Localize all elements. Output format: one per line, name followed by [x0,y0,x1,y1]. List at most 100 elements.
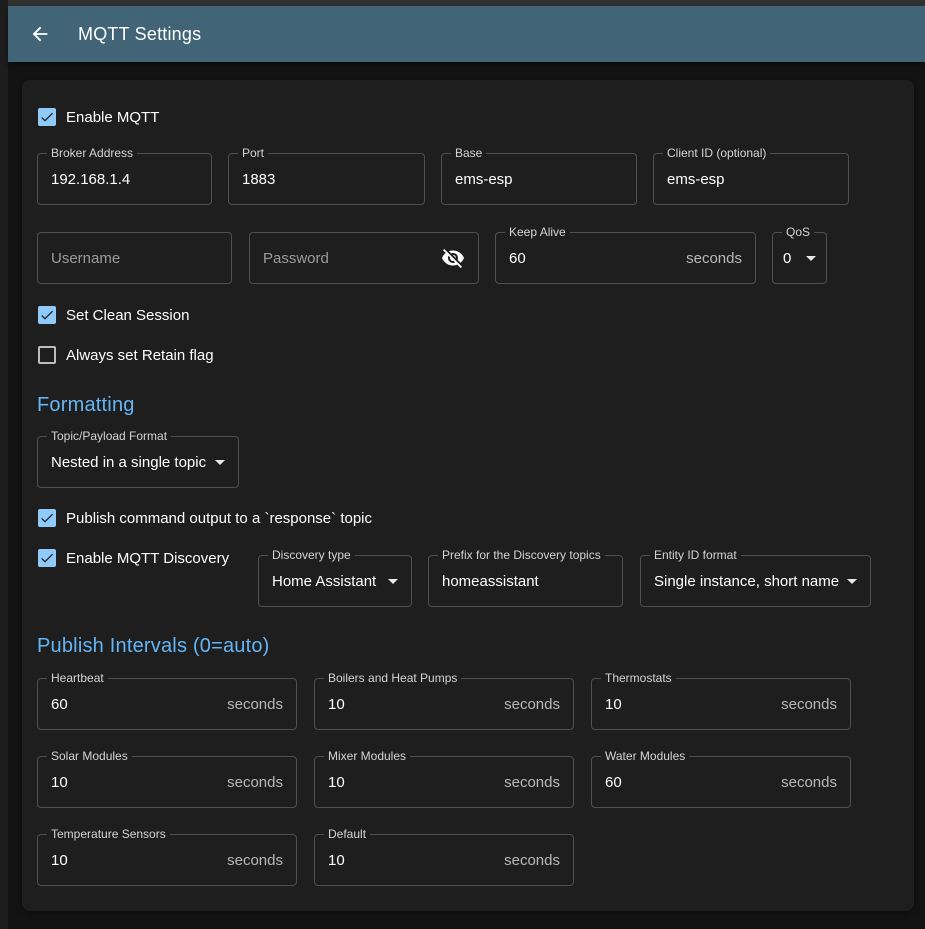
check-icon [39,109,55,125]
discovery-prefix-input[interactable] [442,573,609,590]
seconds-suffix: seconds [227,774,283,791]
thermostats-interval-field: Thermostats seconds [591,678,851,730]
discovery-prefix-label: Prefix for the Discovery topics [438,548,605,562]
app-bar: MQTT Settings [8,6,925,62]
water-input[interactable] [605,774,781,791]
username-input[interactable] [51,250,218,267]
solar-label: Solar Modules [47,749,132,763]
water-interval-field: Water Modules seconds [591,756,851,808]
check-icon [39,307,55,323]
retain-flag-row: Always set Retain flag [38,346,214,364]
chevron-down-icon [806,256,816,261]
visibility-off-icon [441,246,465,270]
heartbeat-interval-field: Heartbeat seconds [37,678,297,730]
mixer-input[interactable] [328,774,504,791]
client-id-label: Client ID (optional) [663,146,770,160]
port-label: Port [238,146,268,160]
chevron-down-icon [215,460,225,465]
toggle-password-visibility-button[interactable] [441,246,465,270]
publish-response-label: Publish command output to a `response` t… [66,510,372,527]
keep-alive-suffix: seconds [686,250,742,267]
entity-format-label: Entity ID format [650,548,741,562]
port-input[interactable] [242,171,411,188]
formatting-heading: Formatting [37,394,135,417]
back-button[interactable] [28,22,52,46]
clean-session-label: Set Clean Session [66,307,189,324]
temperature-input[interactable] [51,852,227,869]
page-title: MQTT Settings [78,24,201,45]
entity-format-select[interactable]: Entity ID format Single instance, short … [640,555,871,607]
water-label: Water Modules [601,749,689,763]
username-field [37,232,232,284]
seconds-suffix: seconds [227,696,283,713]
client-id-field: Client ID (optional) [653,153,849,205]
enable-mqtt-label: Enable MQTT [66,109,159,126]
publish-response-row: Publish command output to a `response` t… [38,509,372,527]
solar-input[interactable] [51,774,227,791]
password-field [249,232,479,284]
broker-address-input[interactable] [51,171,198,188]
default-input[interactable] [328,852,504,869]
default-label: Default [324,827,370,841]
clean-session-row: Set Clean Session [38,306,189,324]
enable-discovery-checkbox[interactable] [38,549,56,567]
chevron-down-icon [847,579,857,584]
keep-alive-field: Keep Alive seconds [495,232,756,284]
temperature-interval-field: Temperature Sensors seconds [37,834,297,886]
broker-address-field: Broker Address [37,153,212,205]
base-input[interactable] [455,171,623,188]
seconds-suffix: seconds [504,774,560,791]
retain-flag-checkbox[interactable] [38,346,56,364]
base-field: Base [441,153,637,205]
thermostats-input[interactable] [605,696,781,713]
boilers-label: Boilers and Heat Pumps [324,671,461,685]
chevron-down-icon [388,579,398,584]
topic-format-select[interactable]: Topic/Payload Format Nested in a single … [37,436,239,488]
arrow-back-icon [29,23,51,45]
publish-intervals-heading: Publish Intervals (0=auto) [37,635,270,658]
discovery-type-value: Home Assistant [272,573,376,590]
boilers-input[interactable] [328,696,504,713]
keep-alive-label: Keep Alive [505,225,570,239]
clean-session-checkbox[interactable] [38,306,56,324]
check-icon [39,510,55,526]
qos-value: 0 [783,250,791,267]
entity-format-value: Single instance, short name [654,573,839,590]
password-input[interactable] [263,250,441,267]
publish-response-checkbox[interactable] [38,509,56,527]
enable-mqtt-checkbox[interactable] [38,108,56,126]
retain-flag-label: Always set Retain flag [66,347,214,364]
mixer-label: Mixer Modules [324,749,410,763]
enable-mqtt-row: Enable MQTT [38,108,159,126]
default-interval-field: Default seconds [314,834,574,886]
heartbeat-input[interactable] [51,696,227,713]
window-left-edge [0,0,8,929]
settings-card: Enable MQTT Broker Address Port Base Cli… [22,80,914,911]
qos-select[interactable]: QoS 0 [772,232,827,284]
heartbeat-label: Heartbeat [47,671,108,685]
enable-discovery-label: Enable MQTT Discovery [66,550,229,567]
solar-interval-field: Solar Modules seconds [37,756,297,808]
boilers-interval-field: Boilers and Heat Pumps seconds [314,678,574,730]
enable-discovery-row: Enable MQTT Discovery [38,549,229,567]
seconds-suffix: seconds [227,852,283,869]
topic-format-label: Topic/Payload Format [47,429,171,443]
seconds-suffix: seconds [781,696,837,713]
discovery-type-label: Discovery type [268,548,355,562]
seconds-suffix: seconds [504,696,560,713]
mixer-interval-field: Mixer Modules seconds [314,756,574,808]
qos-label: QoS [782,225,814,239]
client-id-input[interactable] [667,171,835,188]
check-icon [39,550,55,566]
seconds-suffix: seconds [504,852,560,869]
discovery-type-select[interactable]: Discovery type Home Assistant [258,555,412,607]
temperature-label: Temperature Sensors [47,827,170,841]
base-label: Base [451,146,486,160]
topic-format-value: Nested in a single topic [51,454,206,471]
keep-alive-input[interactable] [509,250,686,267]
thermostats-label: Thermostats [601,671,676,685]
discovery-prefix-field: Prefix for the Discovery topics [428,555,623,607]
port-field: Port [228,153,425,205]
seconds-suffix: seconds [781,774,837,791]
broker-address-label: Broker Address [47,146,137,160]
